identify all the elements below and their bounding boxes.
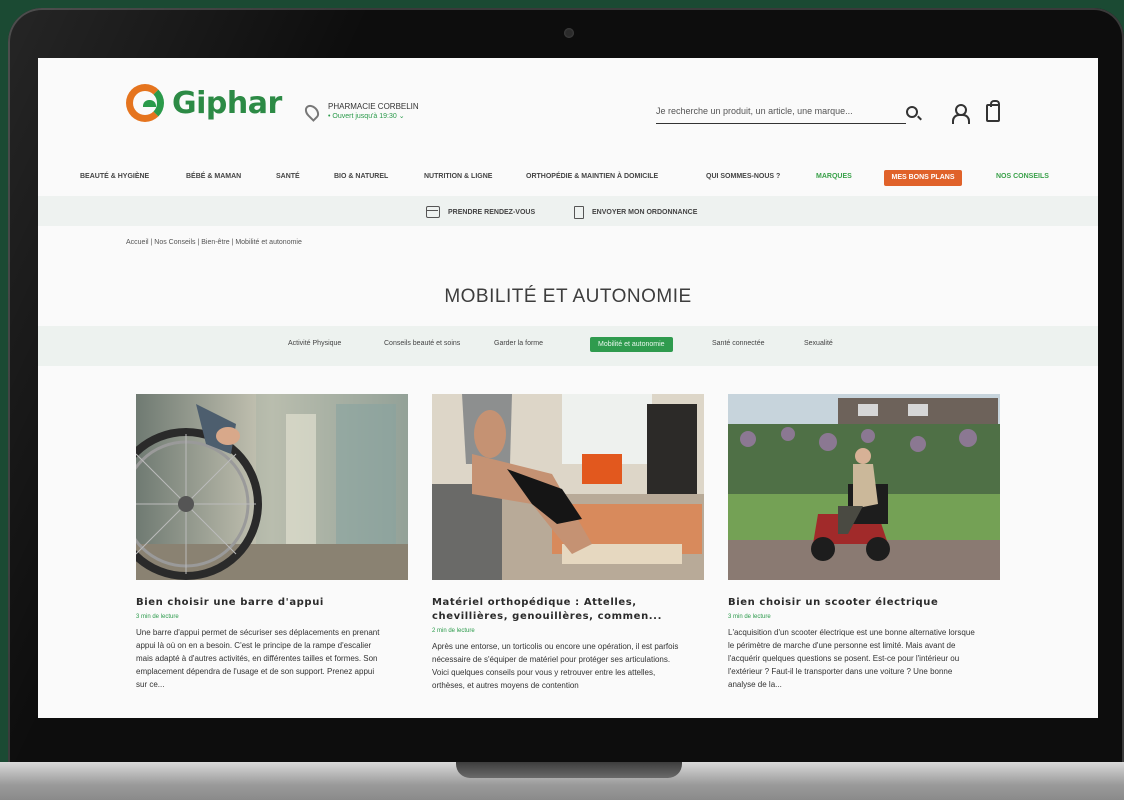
article-image-wheelchair[interactable] xyxy=(136,394,408,580)
article-title[interactable]: Matériel orthopédique : Attelles, chevil… xyxy=(432,596,704,624)
prescription-link[interactable]: ENVOYER MON ORDONNANCE xyxy=(574,206,697,219)
nav-item-nutrition[interactable]: NUTRITION & LIGNE xyxy=(424,173,492,180)
filter-activite-physique[interactable]: Activité Physique xyxy=(288,340,341,347)
article-excerpt: Une barre d'appui permet de sécuriser se… xyxy=(136,628,380,689)
article-excerpt: Après une entorse, un torticolis ou enco… xyxy=(432,642,679,690)
nav-item-bebe[interactable]: BÉBÉ & MAMAN xyxy=(186,173,241,180)
laptop-notch xyxy=(456,762,682,778)
filter-sante-connectee[interactable]: Santé connectée xyxy=(712,340,765,347)
article-read-time: 2 min de lecture xyxy=(432,628,475,634)
logo-text: Giphar xyxy=(172,85,282,121)
nav-item-sante[interactable]: SANTÉ xyxy=(276,173,300,180)
filter-sexualite[interactable]: Sexualité xyxy=(804,340,833,347)
nav-item-conseils[interactable]: NOS CONSEILS xyxy=(996,173,1049,180)
prescription-label: ENVOYER MON ORDONNANCE xyxy=(592,209,698,216)
cart-icon[interactable] xyxy=(986,100,1000,122)
scooter-photo xyxy=(728,394,1000,580)
nav-item-qui-sommes-nous[interactable]: QUI SOMMES-NOUS ? xyxy=(706,173,780,180)
category-filters: Activité Physique Conseils beauté et soi… xyxy=(38,326,1098,366)
knee-brace-photo xyxy=(432,394,704,580)
webcam xyxy=(564,28,574,38)
document-icon xyxy=(574,206,584,219)
wheelchair-photo xyxy=(136,394,408,580)
page-title: MOBILITÉ ET AUTONOMIE xyxy=(444,286,692,307)
nav-item-beaute[interactable]: BEAUTÉ & HYGIÈNE xyxy=(80,173,149,180)
filter-mobilite-autonomie[interactable]: Mobilité et autonomie xyxy=(590,337,673,352)
article-title[interactable]: Bien choisir une barre d'appui xyxy=(136,596,408,610)
account-icon[interactable] xyxy=(952,104,970,124)
article-card[interactable]: Matériel orthopédique : Attelles, chevil… xyxy=(432,394,704,692)
giphar-logo-icon xyxy=(126,84,164,122)
breadcrumb[interactable]: Accueil | Nos Conseils | Bien-être | Mob… xyxy=(126,239,302,246)
appointment-link[interactable]: PRENDRE RENDEZ-VOUS xyxy=(426,206,535,218)
article-card[interactable]: Bien choisir une barre d'appui 3 min de … xyxy=(136,394,408,691)
sub-nav: PRENDRE RENDEZ-VOUS ENVOYER MON ORDONNAN… xyxy=(38,196,1098,226)
location-pin-icon xyxy=(302,101,322,122)
article-excerpt: L'acquisition d'un scooter électrique es… xyxy=(728,628,975,689)
article-read-time: 3 min de lecture xyxy=(136,614,179,620)
article-title[interactable]: Bien choisir un scooter électrique xyxy=(728,596,1000,610)
search-icon[interactable] xyxy=(906,106,918,118)
browser-viewport: Giphar PHARMACIE CORBELIN • Ouvert jusqu… xyxy=(38,58,1098,718)
article-card[interactable]: Bien choisir un scooter électrique 3 min… xyxy=(728,394,1000,691)
appointment-label: PRENDRE RENDEZ-VOUS xyxy=(448,208,536,216)
filter-conseils-beaute[interactable]: Conseils beauté et soins xyxy=(384,340,460,347)
search-input[interactable]: Je recherche un produit, un article, une… xyxy=(656,100,906,124)
calendar-icon xyxy=(426,206,440,218)
filter-garder-la-forme[interactable]: Garder la forme xyxy=(494,340,543,347)
pharmacy-selector[interactable]: PHARMACIE CORBELIN • Ouvert jusqu'à 19:3… xyxy=(302,101,419,122)
nav-item-orthopedie[interactable]: ORTHOPÉDIE & MAINTIEN À DOMICILE xyxy=(526,173,658,180)
site-header: Giphar PHARMACIE CORBELIN • Ouvert jusqu… xyxy=(38,58,1098,158)
article-image-scooter[interactable] xyxy=(728,394,1000,580)
deals-button[interactable]: MES BONS PLANS xyxy=(884,170,962,186)
pharmacy-status: • Ouvert jusqu'à 19:30 ⌄ xyxy=(328,113,405,120)
article-image-knee-brace[interactable] xyxy=(432,394,704,580)
nav-item-bio[interactable]: BIO & NATUREL xyxy=(334,173,388,180)
article-read-time: 3 min de lecture xyxy=(728,614,771,620)
nav-item-marques[interactable]: MARQUES xyxy=(816,173,852,180)
pharmacy-name: PHARMACIE CORBELIN xyxy=(328,102,419,111)
giphar-logo[interactable]: Giphar xyxy=(126,84,282,122)
